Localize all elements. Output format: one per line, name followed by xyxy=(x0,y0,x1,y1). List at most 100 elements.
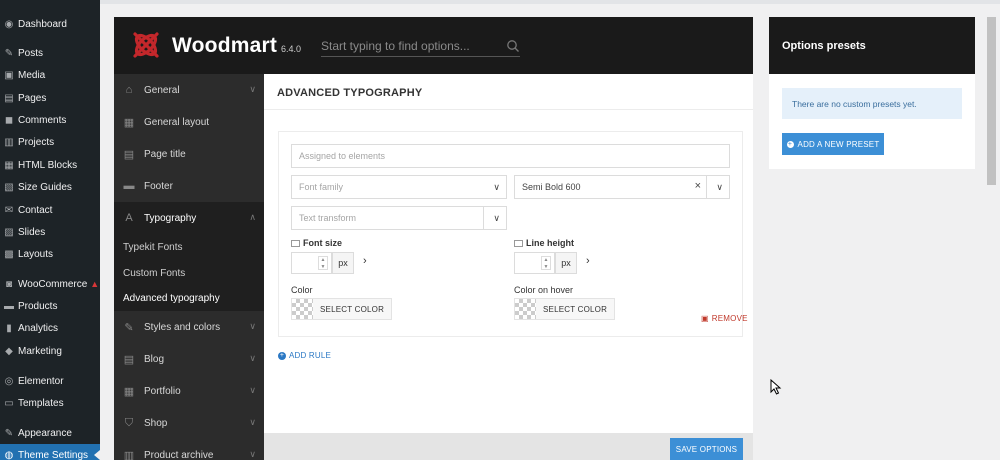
wp-menu-item[interactable]: ◉ Dashboard xyxy=(0,13,100,35)
wp-menu-item[interactable]: ▧ Size Guides xyxy=(0,176,100,198)
pin-icon: ✎ xyxy=(4,47,14,59)
wp-menu-item[interactable]: ◙ WooCommerce ▲ xyxy=(0,273,100,295)
number-spinner-icon[interactable]: ▲ ▼ xyxy=(541,256,551,270)
nav-item[interactable]: ⛉ Shop ∨ xyxy=(114,407,264,439)
version-label: 6.4.0 xyxy=(281,44,302,54)
number-spinner-icon[interactable]: ▲ ▼ xyxy=(318,256,328,270)
presets-title: Options presets xyxy=(769,17,975,74)
chevron-right-icon[interactable]: › xyxy=(586,255,590,267)
chevron-down-icon[interactable]: ∨ xyxy=(716,182,723,193)
wp-menu-label: Posts xyxy=(18,47,44,59)
remove-rule-button[interactable]: ▣ REMOVE xyxy=(701,314,748,323)
wp-menu-item[interactable]: ◍ Theme Settings xyxy=(0,444,100,460)
font-size-unit-button[interactable]: px xyxy=(332,252,354,274)
wp-menu-item[interactable]: ✎ Posts xyxy=(0,42,100,64)
wp-menu-item[interactable]: ▣ Media xyxy=(0,64,100,86)
add-rule-button[interactable]: + ADD RULE xyxy=(278,351,331,360)
chevron-down-icon[interactable]: ∨ xyxy=(493,182,500,193)
clear-icon[interactable]: × xyxy=(695,180,701,192)
woodmart-logo-icon xyxy=(133,32,159,58)
trash-icon: ▣ xyxy=(701,314,709,323)
nav-item-label: Typography xyxy=(144,212,197,224)
nav-item[interactable]: ▦ Portfolio ∨ xyxy=(114,375,264,407)
wp-menu-item[interactable]: ▮ Analytics xyxy=(0,317,100,339)
text-transform-select[interactable]: Text transform ∨ xyxy=(291,206,507,230)
divider xyxy=(264,109,753,110)
wp-menu-item[interactable]: ▭ Templates xyxy=(0,392,100,414)
nav-item[interactable]: ▤ Page title xyxy=(114,138,264,170)
wp-menu-item[interactable]: ▥ Projects xyxy=(0,131,100,153)
nav-item[interactable]: ▦ General layout xyxy=(114,106,264,138)
nav-item[interactable]: ✎ Styles and colors ∨ xyxy=(114,311,264,343)
woocommerce-icon: ◙ xyxy=(5,278,13,290)
nav-sub-item[interactable]: Custom Fonts xyxy=(114,260,264,286)
plus-icon: + xyxy=(786,140,794,148)
wp-menu-label: Size Guides xyxy=(18,181,72,193)
text-transform-placeholder: Text transform xyxy=(299,213,357,223)
assigned-elements-input[interactable]: Assigned to elements xyxy=(291,144,730,168)
wp-menu-item[interactable]: ◆ Marketing xyxy=(0,340,100,362)
add-rule-label: ADD RULE xyxy=(289,351,332,360)
line-height-input[interactable]: ▲ ▼ xyxy=(514,252,555,274)
analytics-icon: ▮ xyxy=(6,322,12,334)
wp-menu-item[interactable]: ▩ Layouts xyxy=(0,243,100,265)
nav-item[interactable]: ▤ Blog ∨ xyxy=(114,343,264,375)
chevron-right-icon[interactable]: › xyxy=(363,255,367,267)
color-label: Color xyxy=(291,285,313,295)
nav-item-label: General layout xyxy=(144,116,210,128)
wp-menu-item[interactable]: ▦ HTML Blocks xyxy=(0,154,100,176)
top-strip xyxy=(100,0,1000,4)
chevron-down-icon[interactable]: ∨ xyxy=(249,385,256,396)
chevron-down-icon[interactable]: ∨ xyxy=(249,321,256,332)
wp-menu-item[interactable]: ▤ Pages xyxy=(0,87,100,109)
comments-icon: ◼ xyxy=(4,114,14,126)
chevron-down-icon[interactable]: ∨ xyxy=(249,417,256,428)
nav-item[interactable]: ⌂ General ∨ xyxy=(114,74,264,106)
chevron-down-icon[interactable]: ∨ xyxy=(493,213,500,224)
wp-menu-label: Contact xyxy=(18,204,53,216)
scrollbar-thumb[interactable] xyxy=(987,17,996,185)
product-archive-icon: ▥ xyxy=(123,449,135,460)
responsive-device-icon[interactable] xyxy=(514,239,523,247)
select-color-button[interactable]: SELECT COLOR xyxy=(291,298,393,320)
line-height-unit-button[interactable]: px xyxy=(555,252,577,274)
font-size-text: Font size xyxy=(303,238,343,248)
nav-sub-item[interactable]: Typekit Fonts xyxy=(114,234,264,260)
warning-icon: ▲ xyxy=(90,279,100,289)
font-family-select[interactable]: Font family ∨ xyxy=(291,175,507,199)
color-swatch xyxy=(515,299,536,319)
nav-item-label: Styles and colors xyxy=(144,321,221,333)
nav-item[interactable]: ▥ Product archive ∨ xyxy=(114,439,264,460)
wp-menu-label: Slides xyxy=(18,226,46,238)
chevron-down-icon[interactable]: ∨ xyxy=(249,84,256,95)
wp-menu-label: Media xyxy=(18,69,46,81)
wp-menu-item[interactable]: ▬ Products xyxy=(0,295,100,317)
font-size-input[interactable]: ▲ ▼ xyxy=(291,252,332,274)
chevron-down-icon[interactable]: ∨ xyxy=(249,353,256,364)
nav-sub-item[interactable]: Advanced typography xyxy=(114,285,264,311)
wp-menu-item[interactable]: ✎ Appearance xyxy=(0,422,100,444)
wp-menu-label: WooCommerce xyxy=(18,278,88,290)
home-icon: ⌂ xyxy=(125,84,133,96)
nav-item[interactable]: A Typography ∧ xyxy=(114,202,264,234)
nav-item[interactable]: ▬ Footer xyxy=(114,170,264,202)
wp-menu-item[interactable]: ✉ Contact xyxy=(0,199,100,221)
wp-menu-item[interactable]: ◼ Comments xyxy=(0,109,100,131)
brush-icon: ✎ xyxy=(124,321,134,334)
chevron-up-icon[interactable]: ∧ xyxy=(249,212,256,223)
wp-menu-label: Pages xyxy=(18,92,47,104)
dashboard-icon: ◉ xyxy=(4,18,14,30)
options-search-input[interactable]: Start typing to find options... xyxy=(321,35,520,57)
wp-menu-item[interactable]: ◎ Elementor xyxy=(0,370,100,392)
chevron-down-icon[interactable]: ∨ xyxy=(249,449,256,460)
layouts-icon: ▩ xyxy=(4,248,14,260)
wp-menu-item[interactable]: ▨ Slides xyxy=(0,221,100,243)
font-weight-select[interactable]: Semi Bold 600 × ∨ xyxy=(514,175,730,199)
search-icon[interactable] xyxy=(506,39,520,53)
font-family-placeholder: Font family xyxy=(299,182,344,192)
select-hover-color-button[interactable]: SELECT COLOR xyxy=(514,298,616,320)
responsive-device-icon[interactable] xyxy=(291,239,300,247)
add-preset-button[interactable]: + ADD A NEW PRESET xyxy=(782,133,884,155)
select-color-label: SELECT COLOR xyxy=(543,304,608,314)
save-options-button[interactable]: SAVE OPTIONS xyxy=(670,438,743,460)
